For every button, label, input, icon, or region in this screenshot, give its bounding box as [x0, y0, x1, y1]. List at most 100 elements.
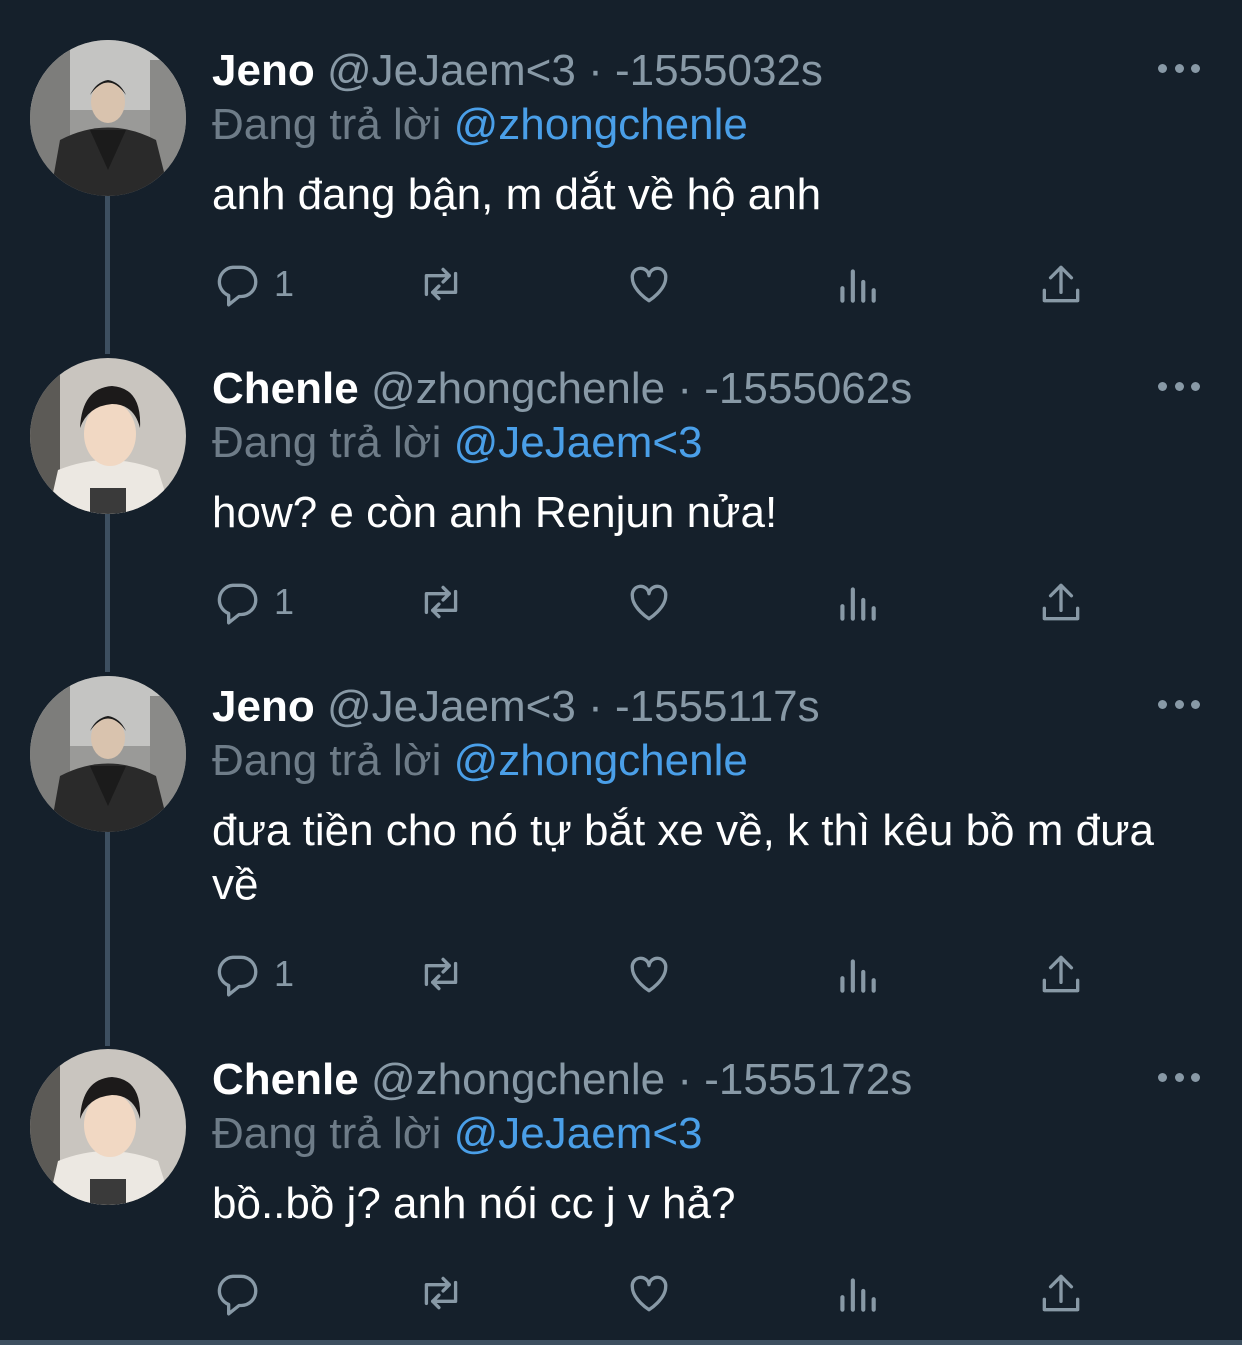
replying-to: Đang trả lời @JeJaem<3: [212, 416, 703, 470]
retweet-button[interactable]: [416, 574, 466, 630]
like-button[interactable]: [624, 1265, 674, 1321]
tweet-header: Jeno @JeJaem<3 · -1555032s: [212, 44, 823, 98]
reply-icon: [217, 583, 258, 625]
share-button[interactable]: [1036, 1265, 1086, 1321]
separator-dot: ·: [588, 46, 603, 95]
display-name[interactable]: Chenle: [212, 364, 359, 413]
display-name[interactable]: Chenle: [212, 1055, 359, 1104]
timestamp[interactable]: -1555062s: [704, 364, 912, 413]
analytics-button[interactable]: [832, 574, 882, 630]
share-button[interactable]: [1036, 256, 1086, 312]
display-name[interactable]: Jeno: [212, 46, 315, 95]
replying-to: Đang trả lời @zhongchenle: [212, 98, 748, 152]
analytics-button[interactable]: [832, 946, 882, 1002]
replying-to-handle[interactable]: @zhongchenle: [454, 736, 748, 785]
bottom-divider: [0, 1340, 1242, 1345]
user-handle[interactable]: @JeJaem<3: [327, 46, 576, 95]
like-button[interactable]: [624, 574, 674, 630]
timestamp[interactable]: -1555032s: [615, 46, 823, 95]
tweet[interactable]: Chenle @zhongchenle · -1555062s Đang trả…: [0, 358, 1242, 638]
tweet-text: anh đang bận, m dắt về hộ anh: [212, 170, 822, 219]
avatar-jeno-image: [30, 40, 186, 196]
replying-to-label: Đang trả lời: [212, 1109, 442, 1158]
reply-icon: [217, 265, 258, 307]
analytics-icon: [840, 587, 876, 621]
more-icon[interactable]: [1158, 376, 1200, 396]
tweet-actions: 1: [212, 574, 1112, 630]
tweet-text: bồ..bồ j? anh nói cc j v hả?: [212, 1179, 736, 1228]
heart-icon: [630, 956, 668, 993]
retweet-icon: [424, 585, 458, 619]
tweet[interactable]: Jeno @JeJaem<3 · -1555032s Đang trả lời …: [0, 40, 1242, 320]
retweet-button[interactable]: [416, 256, 466, 312]
tweet-actions: [212, 1265, 1112, 1321]
replying-to: Đang trả lời @JeJaem<3: [212, 1107, 703, 1161]
replying-to-handle[interactable]: @JeJaem<3: [454, 1109, 703, 1158]
user-handle[interactable]: @JeJaem<3: [327, 682, 576, 731]
timestamp[interactable]: -1555172s: [704, 1055, 912, 1104]
tweet[interactable]: Jeno @JeJaem<3 · -1555117s Đang trả lời …: [0, 676, 1242, 1016]
tweet-actions: 1: [212, 946, 1112, 1002]
more-icon[interactable]: [1158, 58, 1200, 78]
retweet-button[interactable]: [416, 946, 466, 1002]
timestamp[interactable]: -1555117s: [615, 682, 820, 731]
share-button[interactable]: [1036, 946, 1086, 1002]
reply-count: 1: [274, 953, 295, 994]
analytics-icon: [840, 269, 876, 303]
heart-icon: [630, 584, 668, 621]
avatar-chenle-image: [30, 358, 186, 514]
tweet-actions: 1: [212, 256, 1112, 312]
retweet-button[interactable]: [416, 1265, 466, 1321]
analytics-icon: [840, 959, 876, 993]
separator-dot: ·: [588, 682, 603, 731]
replying-to-label: Đang trả lời: [212, 418, 442, 467]
replying-to-label: Đang trả lời: [212, 100, 442, 149]
reply-button[interactable]: [212, 1265, 274, 1321]
like-button[interactable]: [624, 946, 674, 1002]
tweet-text: how? e còn anh Renjun nửa!: [212, 488, 778, 537]
like-button[interactable]: [624, 256, 674, 312]
heart-icon: [630, 1275, 668, 1312]
tweet-header: Chenle @zhongchenle · -1555062s: [212, 362, 912, 416]
tweet-header: Jeno @JeJaem<3 · -1555117s: [212, 680, 820, 734]
analytics-icon: [840, 1278, 876, 1312]
analytics-button[interactable]: [832, 256, 882, 312]
more-icon[interactable]: [1158, 1067, 1200, 1087]
retweet-icon: [424, 267, 458, 301]
share-icon: [1042, 955, 1080, 993]
replying-to-label: Đang trả lời: [212, 736, 442, 785]
user-handle[interactable]: @zhongchenle: [371, 364, 665, 413]
reply-button[interactable]: 1: [212, 256, 294, 312]
display-name[interactable]: Jeno: [212, 682, 315, 731]
more-icon[interactable]: [1158, 694, 1200, 714]
avatar[interactable]: [30, 1049, 186, 1205]
separator-dot: ·: [677, 1055, 693, 1104]
user-handle[interactable]: @zhongchenle: [371, 1055, 665, 1104]
conversation-thread: Jeno @JeJaem<3 · -1555032s Đang trả lời …: [0, 0, 1242, 1345]
share-icon: [1042, 1274, 1080, 1312]
reply-count: 1: [274, 263, 295, 304]
retweet-icon: [424, 957, 458, 991]
heart-icon: [630, 266, 668, 303]
avatar[interactable]: [30, 358, 186, 514]
avatar[interactable]: [30, 676, 186, 832]
tweet-header: Chenle @zhongchenle · -1555172s: [212, 1053, 912, 1107]
reply-count: 1: [274, 581, 295, 622]
avatar-jeno-image: [30, 676, 186, 832]
replying-to: Đang trả lời @zhongchenle: [212, 734, 748, 788]
analytics-button[interactable]: [832, 1265, 882, 1321]
reply-button[interactable]: 1: [212, 946, 294, 1002]
avatar-chenle-image: [30, 1049, 186, 1205]
replying-to-handle[interactable]: @zhongchenle: [454, 100, 748, 149]
share-icon: [1042, 265, 1080, 303]
avatar[interactable]: [30, 40, 186, 196]
reply-button[interactable]: 1: [212, 574, 294, 630]
retweet-icon: [424, 1276, 458, 1310]
reply-icon: [217, 1274, 258, 1316]
tweet-text: đưa tiền cho nó tự bắt xe về, k thì kêu …: [212, 806, 1155, 909]
separator-dot: ·: [677, 364, 693, 413]
replying-to-handle[interactable]: @JeJaem<3: [454, 418, 703, 467]
tweet[interactable]: Chenle @zhongchenle · -1555172s Đang trả…: [0, 1049, 1242, 1339]
reply-icon: [217, 955, 258, 997]
share-button[interactable]: [1036, 574, 1086, 630]
